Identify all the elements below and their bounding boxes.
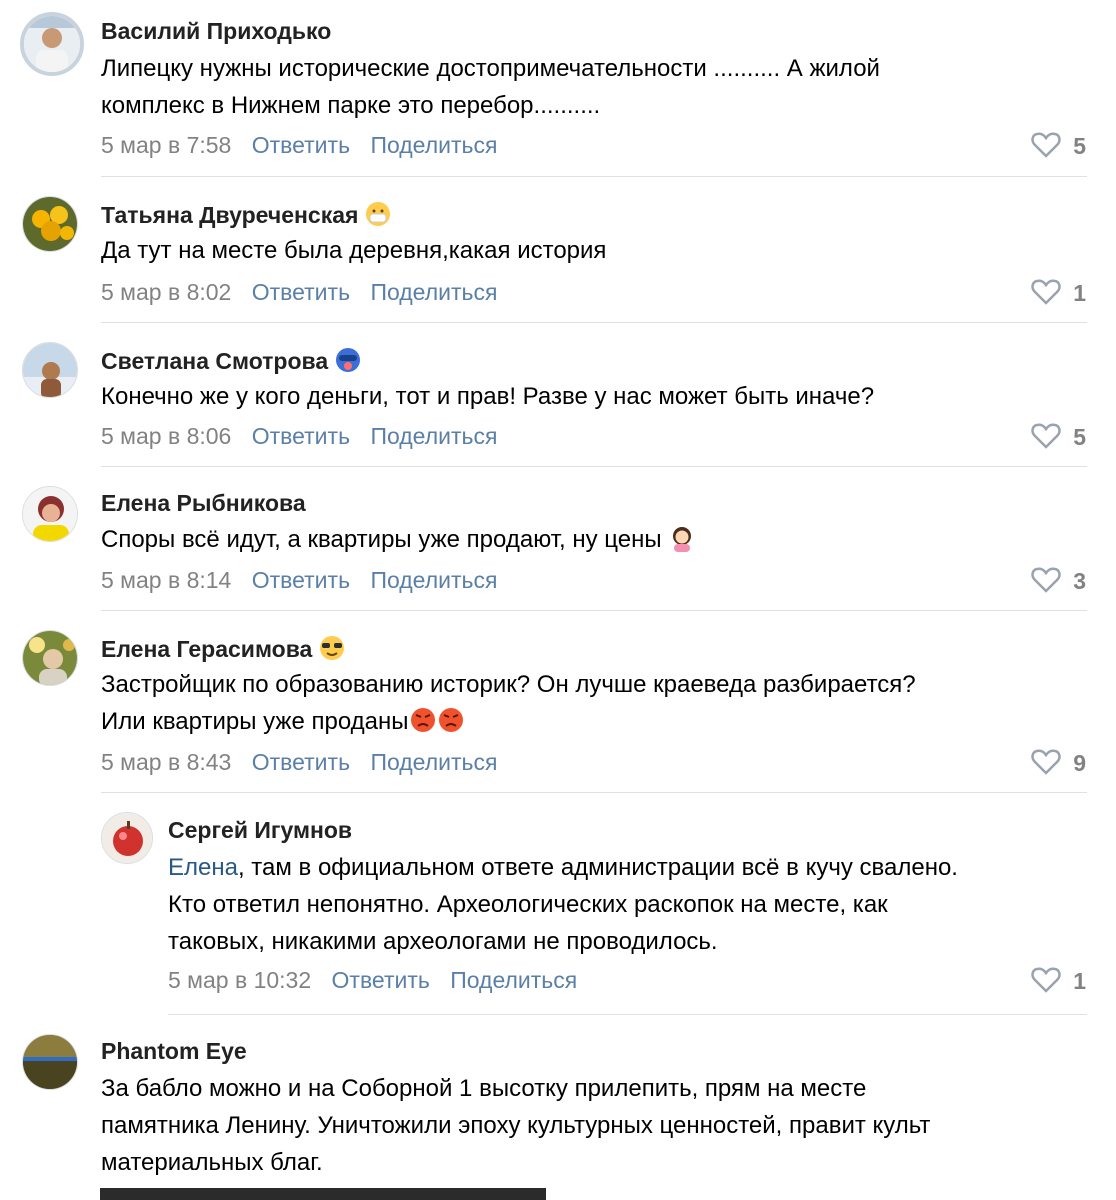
angry-face-emoji-icon: [410, 708, 435, 732]
like-count: 9: [1073, 750, 1086, 776]
heart-outline-icon: [1031, 132, 1061, 158]
comment-author[interactable]: Елена Герасимова: [101, 634, 346, 663]
comment-date[interactable]: 5 мар в 8:02: [101, 279, 231, 305]
comment-meta: 5 мар в 8:02 Ответить Поделиться: [101, 279, 511, 306]
mention-link[interactable]: Елена: [168, 854, 238, 881]
comment-date[interactable]: 5 мар в 7:58: [101, 132, 231, 158]
face-with-mask-emoji-icon: [366, 202, 391, 226]
comment-text: Елена, там в официальном ответе админист…: [168, 854, 958, 955]
comment-text: Да тут на месте была деревня,какая истор…: [101, 237, 607, 264]
woman-emoji-icon: [673, 527, 692, 552]
comment-text: Липецку нужны исторические достопримечат…: [101, 55, 880, 119]
heart-outline-icon: [1031, 567, 1061, 593]
comment-meta: 5 мар в 8:06 Ответить Поделиться: [101, 423, 511, 450]
like-count: 3: [1073, 568, 1086, 594]
like-button[interactable]: 1: [1031, 967, 1086, 995]
comment-date[interactable]: 5 мар в 8:14: [101, 567, 231, 593]
avatar[interactable]: [22, 196, 78, 252]
separator: [101, 610, 1087, 611]
heart-outline-icon: [1031, 967, 1061, 993]
heart-outline-icon: [1031, 279, 1061, 305]
separator: [101, 176, 1087, 177]
avatar[interactable]: [101, 812, 153, 864]
comment-author[interactable]: Василий Приходько: [101, 18, 331, 45]
comment-text: За бабло можно и на Соборной 1 высотку п…: [101, 1075, 931, 1176]
reply-button[interactable]: Ответить: [252, 132, 350, 158]
share-button[interactable]: Поделиться: [370, 567, 497, 593]
sunglasses-emoji-icon: [320, 636, 345, 660]
comment-author[interactable]: Phantom Eye: [101, 1038, 247, 1065]
like-button[interactable]: 5: [1031, 132, 1086, 160]
comment-author[interactable]: Татьяна Двуреченская: [101, 200, 392, 229]
masked-hero-emoji-icon: [336, 348, 361, 372]
comment-author[interactable]: Елена Рыбникова: [101, 490, 306, 517]
reply-button[interactable]: Ответить: [252, 279, 350, 305]
heart-outline-icon: [1031, 423, 1061, 449]
comment-meta: 5 мар в 8:14 Ответить Поделиться: [101, 567, 511, 594]
heart-outline-icon: [1031, 749, 1061, 775]
avatar[interactable]: [22, 486, 78, 542]
share-button[interactable]: Поделиться: [370, 423, 497, 449]
share-button[interactable]: Поделиться: [370, 279, 497, 305]
avatar[interactable]: [20, 12, 84, 76]
share-button[interactable]: Поделиться: [370, 749, 497, 775]
like-count: 5: [1073, 133, 1086, 159]
reply-button[interactable]: Ответить: [252, 567, 350, 593]
comment-meta: 5 мар в 8:43 Ответить Поделиться: [101, 749, 511, 776]
comment-date[interactable]: 5 мар в 8:43: [101, 749, 231, 775]
attached-image[interactable]: [100, 1188, 546, 1200]
like-button[interactable]: 3: [1031, 567, 1086, 595]
share-button[interactable]: Поделиться: [370, 132, 497, 158]
like-count: 5: [1073, 424, 1086, 450]
like-button[interactable]: 9: [1031, 749, 1086, 777]
reply-button[interactable]: Ответить: [252, 423, 350, 449]
comment-date[interactable]: 5 мар в 8:06: [101, 423, 231, 449]
comment-text: Конечно же у кого деньги, тот и прав! Ра…: [101, 383, 875, 410]
comment-author[interactable]: Сергей Игумнов: [168, 817, 352, 844]
comment-meta: 5 мар в 7:58 Ответить Поделиться: [101, 132, 511, 159]
separator: [101, 466, 1087, 467]
reply-button[interactable]: Ответить: [332, 967, 430, 993]
separator: [168, 1014, 1087, 1015]
comment-author[interactable]: Светлана Смотрова: [101, 346, 362, 375]
comment-meta: 5 мар в 10:32 Ответить Поделиться: [168, 967, 591, 994]
avatar[interactable]: [22, 1034, 78, 1090]
angry-face-emoji-icon: [438, 708, 463, 732]
comment-text: Застройщик по образованию историк? Он лу…: [101, 671, 916, 735]
comment-date[interactable]: 5 мар в 10:32: [168, 967, 311, 993]
comment-text: Споры всё идут, а квартиры уже продают, …: [101, 521, 696, 558]
like-count: 1: [1073, 968, 1086, 994]
separator: [101, 322, 1087, 323]
avatar[interactable]: [22, 342, 78, 398]
like-count: 1: [1073, 280, 1086, 306]
like-button[interactable]: 1: [1031, 279, 1086, 307]
reply-button[interactable]: Ответить: [252, 749, 350, 775]
separator: [101, 792, 1087, 793]
share-button[interactable]: Поделиться: [450, 967, 577, 993]
avatar[interactable]: [22, 630, 78, 686]
like-button[interactable]: 5: [1031, 423, 1086, 451]
